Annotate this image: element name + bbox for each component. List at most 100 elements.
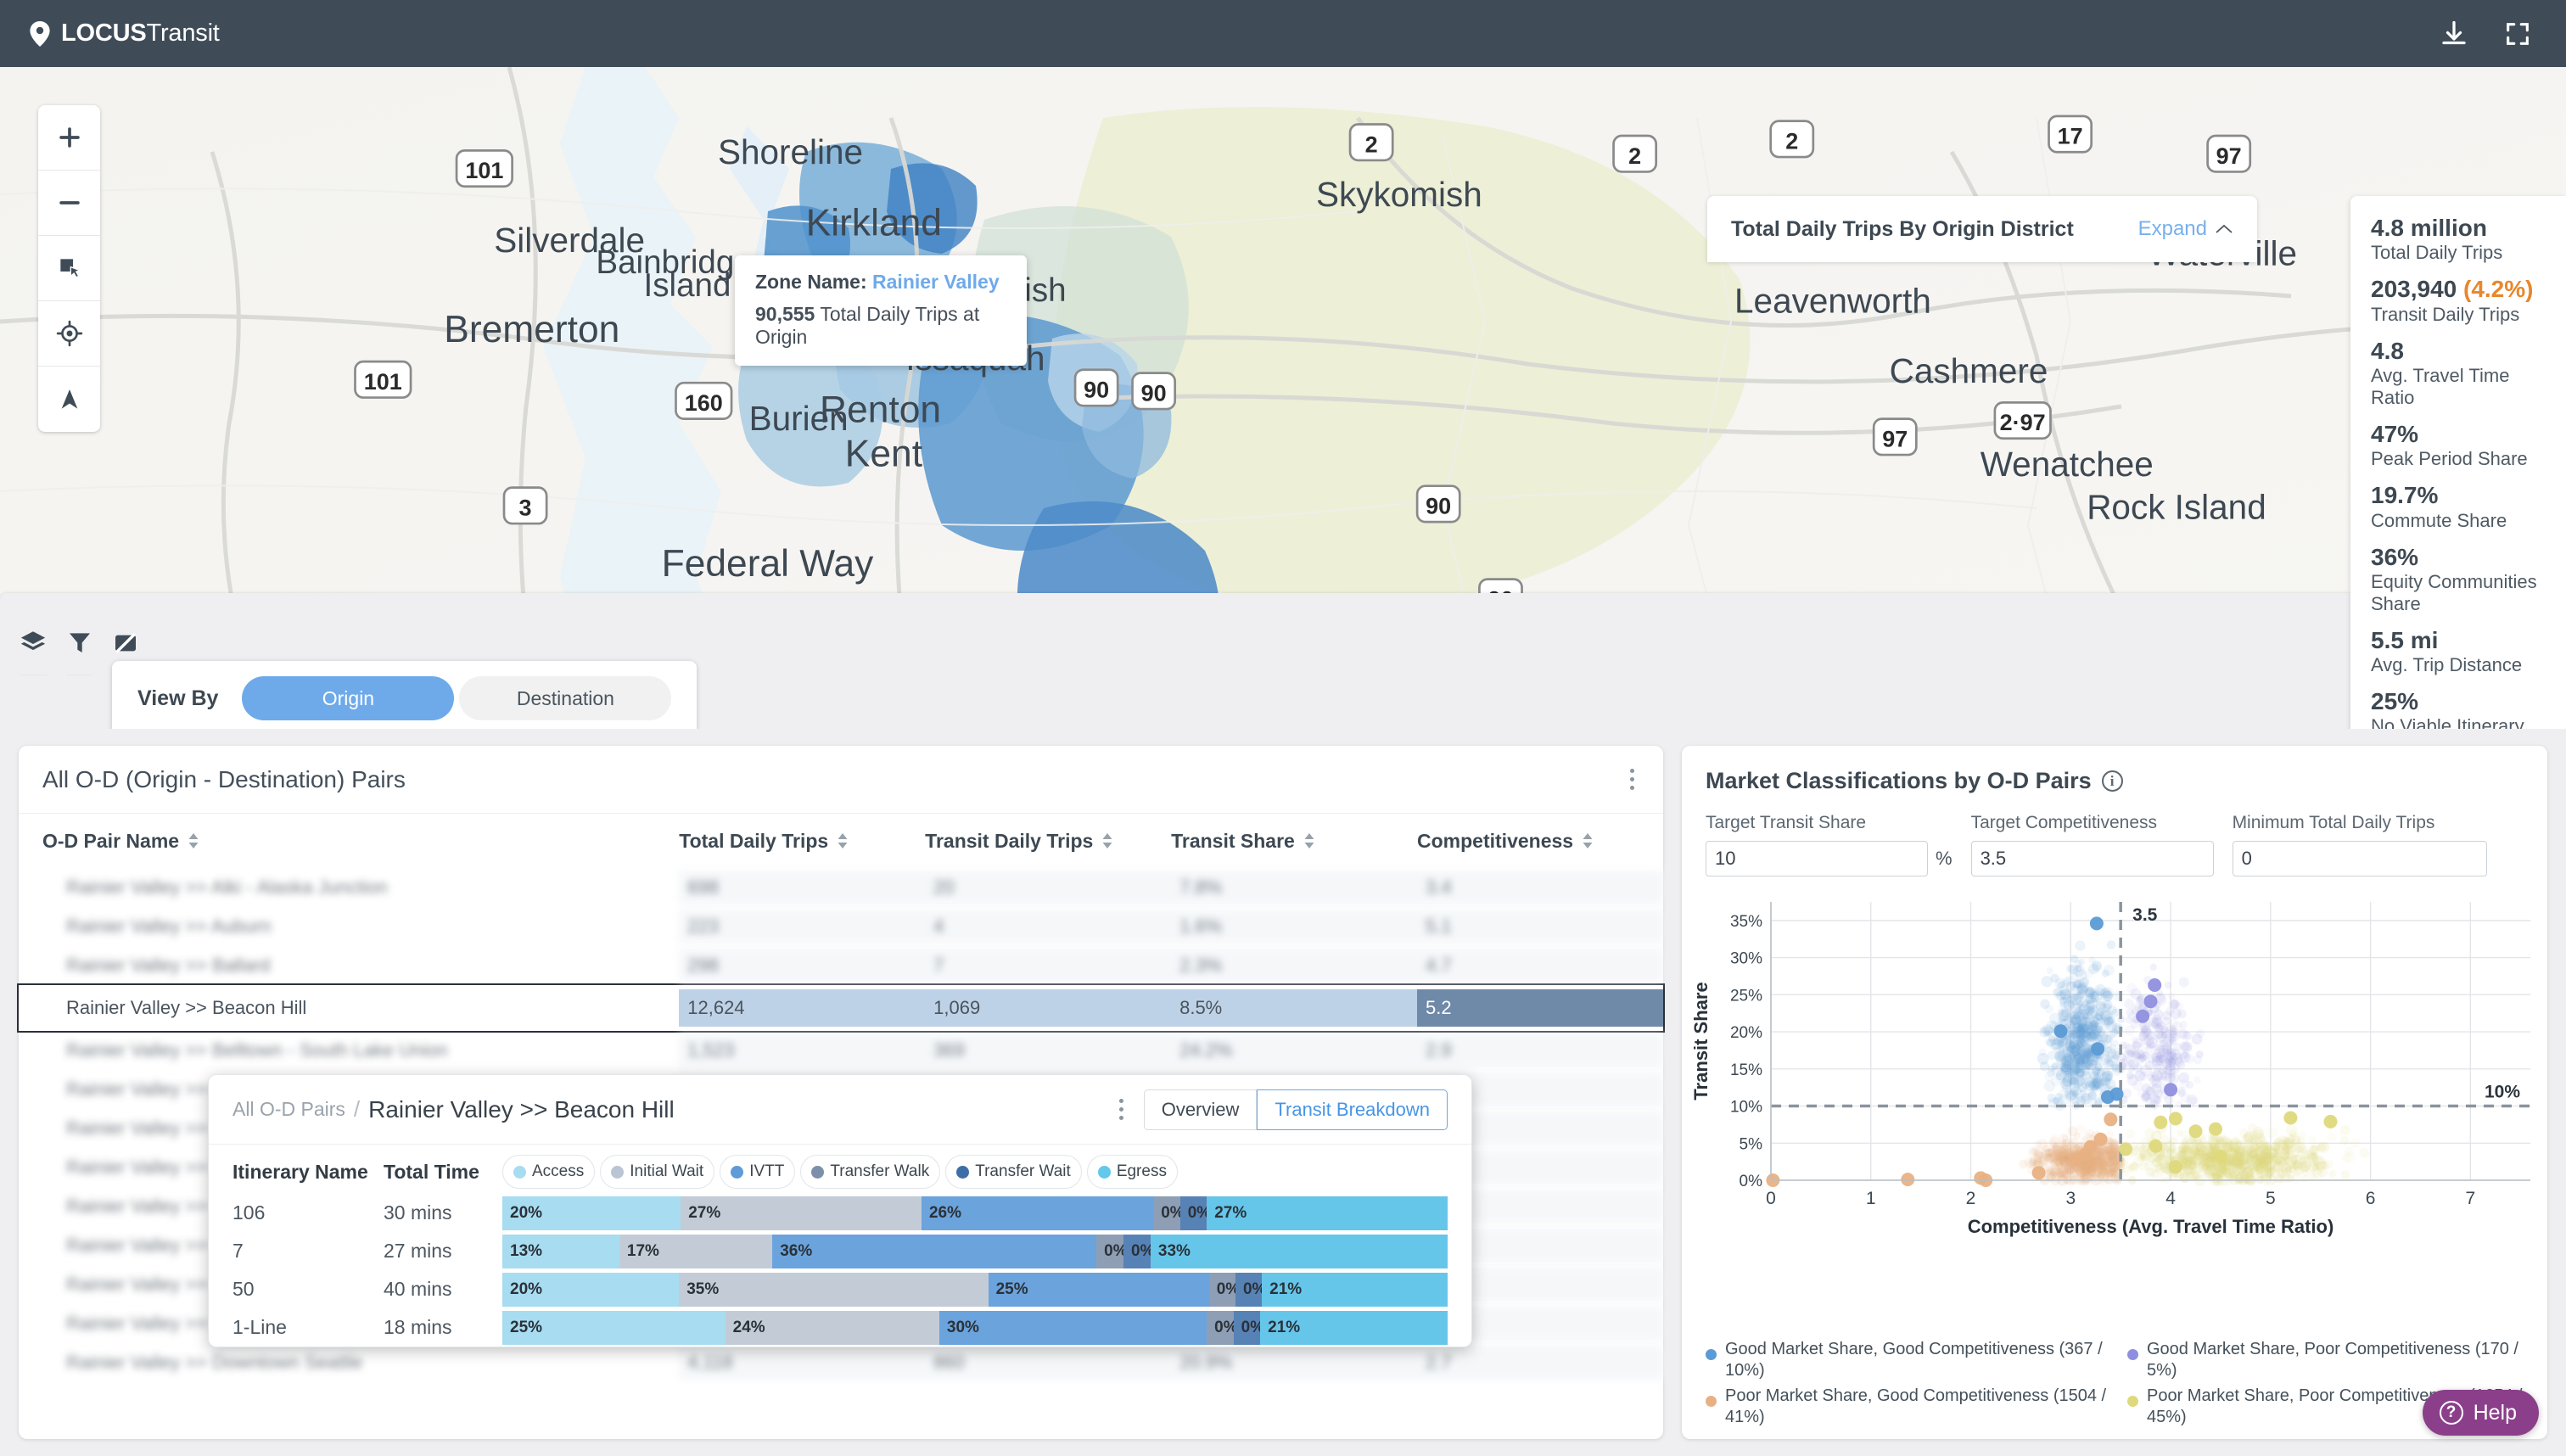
legend-label: Good Market Share, Good Competitiveness …	[1725, 1340, 2103, 1380]
od-pair-name: Rainier Valley >> Belltown - South Lake …	[66, 1039, 448, 1061]
stat-label: Commute Share	[2371, 509, 2507, 531]
itinerary-header: All O-D Pairs / Rainier Valley >> Beacon…	[209, 1075, 1471, 1145]
itinerary-total-time: 18 mins	[384, 1316, 452, 1338]
itinerary-bar: 20%35%25%0%0%21%	[502, 1272, 1448, 1307]
itinerary-row[interactable]: 1-Line 18 mins 25%24%30%0%0%21%	[209, 1308, 1471, 1347]
map-canvas[interactable]: Shoreline Kirkland Silverdale Bainbridge Isl…	[0, 67, 2566, 729]
column-header-0[interactable]: O-D Pair Name	[19, 814, 679, 868]
zoom-out-icon[interactable]	[38, 171, 100, 236]
sort-icon[interactable]	[1582, 832, 1594, 850]
origin-district-panel[interactable]: Total Daily Trips By Origin District Exp…	[1707, 196, 2257, 262]
market-field-caption: Target Competitiveness	[1970, 813, 2157, 832]
svg-text:Skykomish: Skykomish	[1316, 175, 1482, 214]
stat-label: No Viable Itinerary	[2371, 715, 2524, 729]
view-by-option-origin[interactable]: Origin	[242, 676, 455, 720]
table-row[interactable]: Rainier Valley >> Ballard 298 7 2.3% 4.7	[19, 946, 1663, 985]
itinerary-total-time: 40 mins	[384, 1278, 452, 1300]
column-header-4[interactable]: Competitiveness	[1417, 814, 1663, 868]
sort-icon[interactable]	[188, 832, 199, 850]
itinerary-row[interactable]: 106 30 mins 20%27%26%0%0%27%	[209, 1194, 1471, 1232]
market-field-input[interactable]	[1706, 841, 1928, 876]
legend-chip[interactable]: IVTT	[720, 1155, 796, 1189]
box-select-icon[interactable]	[38, 236, 100, 301]
table-row[interactable]: Rainier Valley >> Auburn 223 4 1.6% 5.1	[19, 907, 1663, 946]
data-point	[2031, 1166, 2046, 1180]
help-button[interactable]: ? Help	[2422, 1390, 2539, 1436]
legend-item[interactable]: Poor Market Share, Good Competitiveness …	[1706, 1386, 2109, 1427]
table-row[interactable]: Rainier Valley >> Downtown Seattle 4,118…	[19, 1343, 1663, 1382]
kebab-menu-icon[interactable]	[1625, 764, 1639, 795]
legend-label: Good Market Share, Poor Competitiveness …	[2147, 1340, 2518, 1380]
itinerary-time-header: Total Time	[384, 1160, 479, 1183]
filter-icon[interactable]	[66, 610, 93, 675]
od-pairs-header: All O-D (Origin - Destination) Pairs	[19, 746, 1663, 814]
svg-text:101: 101	[465, 158, 503, 183]
tab-transit-breakdown[interactable]: Transit Breakdown	[1257, 1089, 1448, 1130]
legend-chip-label: IVTT	[749, 1162, 785, 1180]
table-row[interactable]: Rainier Valley >> Alki - Alaska Junction…	[19, 868, 1663, 907]
svg-text:90: 90	[1141, 380, 1167, 406]
legend-item[interactable]: Good Market Share, Poor Competitiveness …	[2127, 1339, 2530, 1380]
itinerary-segment: 0%	[1235, 1272, 1263, 1307]
view-by-option-destination[interactable]: Destination	[459, 676, 672, 720]
legend-chip[interactable]: Access	[502, 1155, 596, 1189]
sort-icon[interactable]	[1303, 832, 1315, 850]
market-title: Market Classifications by O-D Pairs	[1706, 768, 2092, 793]
legend-chip-swatch	[611, 1165, 625, 1179]
od-pair-name: Rainier Valley >> Beacon Hill	[66, 997, 307, 1018]
table-row[interactable]: Rainier Valley >> Beacon Hill 12,624 1,0…	[17, 983, 1665, 1033]
view-by-control[interactable]: View By Origin Destination	[112, 661, 698, 729]
data-point	[2154, 1115, 2168, 1129]
legend-item[interactable]: Good Market Share, Good Competitiveness …	[1706, 1339, 2109, 1380]
brand-name-light: Transit	[146, 20, 220, 47]
itinerary-row[interactable]: 50 40 mins 20%35%25%0%0%21%	[209, 1270, 1471, 1308]
stat-value: 25%	[2371, 688, 2419, 715]
market-filter-controls[interactable]: Target Transit Share % Target Competitiv…	[1682, 794, 2547, 876]
legend-chip[interactable]: Transfer Walk	[800, 1155, 941, 1189]
location-pin-icon	[29, 20, 51, 47]
breadcrumb-current: Rainier Valley >> Beacon Hill	[368, 1095, 675, 1123]
total-daily-trips-cell: 1,523	[679, 1033, 926, 1067]
expand-district-button[interactable]: Expand	[2138, 217, 2233, 241]
stat-item: 25% No Viable Itinerary	[2371, 688, 2546, 729]
itinerary-segment: 0%	[1123, 1234, 1151, 1268]
data-point	[2104, 1112, 2118, 1127]
itinerary-segment: 30%	[938, 1310, 1207, 1345]
breadcrumb-root-link[interactable]: All O-D Pairs	[233, 1098, 345, 1121]
map-zoom-controls[interactable]	[38, 105, 100, 432]
legend-chip[interactable]: Initial Wait	[600, 1155, 715, 1189]
download-icon[interactable]	[2439, 19, 2469, 49]
zoom-in-icon[interactable]	[38, 105, 100, 171]
itinerary-view-tabs[interactable]: Overview Transit Breakdown	[1143, 1089, 1448, 1130]
compass-icon[interactable]	[38, 367, 100, 432]
market-scatter-plot[interactable]: 3.5 10% 0% 5% 10% 15% 20% 25% 30% 35% 0 1 2 3 4 5 6 7 Comp…	[1682, 888, 2547, 1253]
tab-overview[interactable]: Overview	[1143, 1089, 1258, 1130]
layers-icon[interactable]	[19, 610, 48, 675]
sort-icon[interactable]	[1101, 832, 1113, 850]
summary-stats-panel: 4.8 million Total Daily Trips 203,940 (4…	[2350, 196, 2566, 729]
itinerary-legend-chips[interactable]: Access Initial Wait IVTT Transfer Walk T…	[502, 1155, 1178, 1189]
table-row[interactable]: Rainier Valley >> Belltown - South Lake …	[19, 1031, 1663, 1070]
stat-value: 203,940 (4.2%)	[2371, 276, 2534, 303]
itinerary-row[interactable]: 7 27 mins 13%17%36%0%0%33%	[209, 1232, 1471, 1270]
legend-chip[interactable]: Transfer Wait	[945, 1155, 1082, 1189]
column-header-1[interactable]: Total Daily Trips	[679, 814, 925, 868]
od-pairs-title: All O-D (Origin - Destination) Pairs	[42, 765, 406, 792]
info-icon[interactable]: i	[2101, 770, 2123, 792]
stat-item: 4.8 Avg. Travel Time Ratio	[2371, 338, 2546, 409]
column-header-2[interactable]: Transit Daily Trips	[925, 814, 1171, 868]
data-point	[2053, 1024, 2068, 1039]
itinerary-kebab-menu-icon[interactable]	[1114, 1094, 1129, 1125]
market-field-input[interactable]	[1970, 841, 2214, 876]
view-by-segmented-control[interactable]: Origin Destination	[242, 676, 672, 720]
column-header-3[interactable]: Transit Share	[1171, 814, 1417, 868]
sort-icon[interactable]	[837, 832, 849, 850]
transit-daily-trips-cell: 369	[925, 1033, 1172, 1067]
y-tick-label: 15%	[1730, 1061, 1762, 1079]
fullscreen-icon[interactable]	[2503, 20, 2532, 48]
legend-chip[interactable]: Egress	[1086, 1155, 1178, 1189]
locate-icon[interactable]	[38, 301, 100, 367]
svg-text:2: 2	[1785, 128, 1798, 154]
data-point	[2213, 1150, 2227, 1163]
market-field-input[interactable]	[2232, 841, 2487, 876]
